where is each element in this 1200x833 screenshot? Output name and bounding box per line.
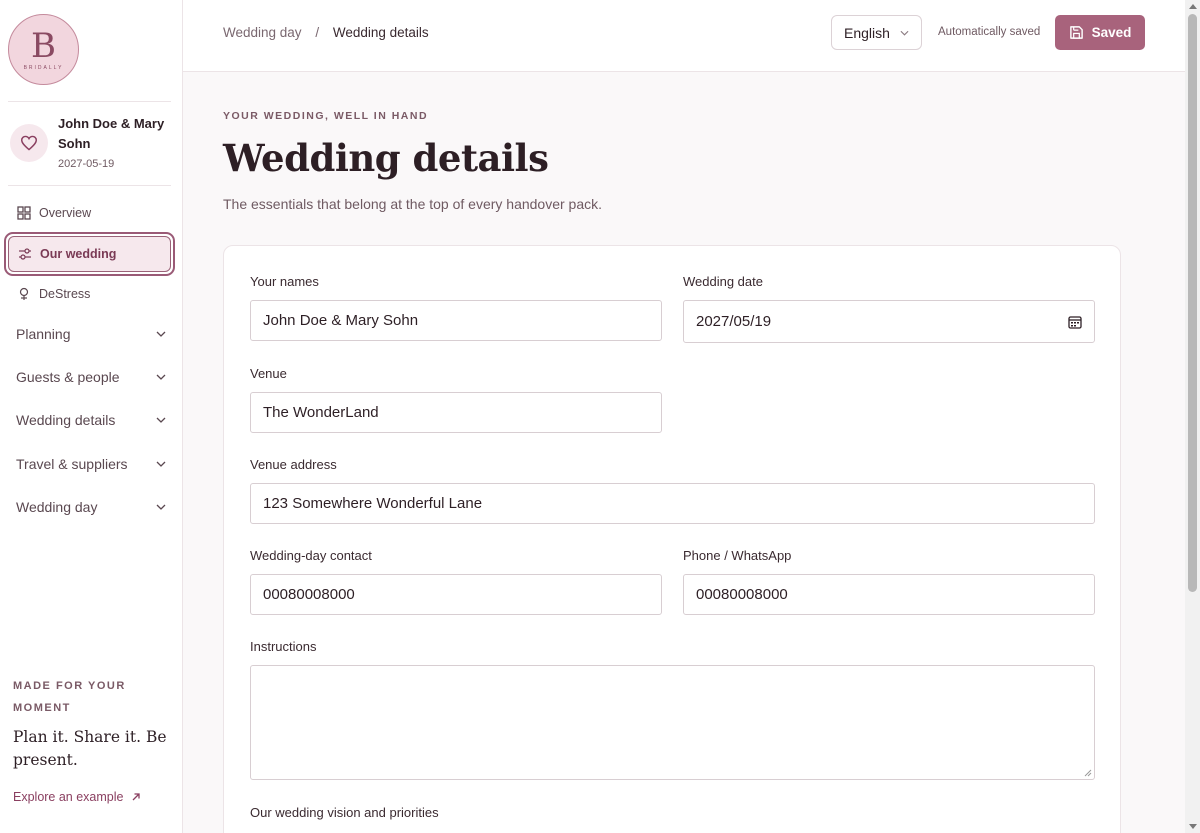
chevron-down-icon bbox=[156, 374, 166, 380]
address-label: Venue address bbox=[250, 457, 337, 472]
page-subtitle: The essentials that belong at the top of… bbox=[223, 196, 603, 212]
scrollbar-thumb[interactable] bbox=[1188, 14, 1197, 592]
scroll-up-arrow-icon[interactable] bbox=[1189, 4, 1197, 9]
date-label: Wedding date bbox=[683, 274, 763, 289]
explore-example-link[interactable]: Explore an example bbox=[13, 790, 141, 804]
breadcrumb-current: Wedding details bbox=[332, 25, 429, 40]
instructions-label: Instructions bbox=[250, 639, 317, 654]
details-form-card: Your names John Doe & Mary Sohn Wedding … bbox=[223, 245, 1121, 833]
nav-group-label: Planning bbox=[16, 326, 71, 342]
page-kicker: YOUR WEDDING, WELL IN HAND bbox=[223, 110, 429, 122]
language-select[interactable]: English bbox=[831, 15, 922, 50]
instructions-textarea[interactable] bbox=[250, 665, 1095, 780]
nav-group-travel[interactable]: Travel & suppliers bbox=[16, 456, 166, 472]
sliders-icon bbox=[19, 248, 31, 260]
logo-text: BRIDALLY bbox=[23, 64, 64, 71]
topbar: Wedding day / Wedding details English Au… bbox=[183, 0, 1185, 72]
breadcrumb-parent[interactable]: Wedding day bbox=[223, 25, 302, 40]
sidebar: B BRIDALLY John Doe & Mary Sohn 2027-05-… bbox=[0, 0, 183, 833]
names-label: Your names bbox=[250, 274, 319, 289]
calendar-icon[interactable] bbox=[1068, 315, 1082, 329]
vision-label: Our wedding vision and priorities bbox=[250, 805, 439, 820]
logo-letter: B bbox=[31, 25, 56, 66]
resize-handle-icon[interactable] bbox=[1084, 769, 1092, 777]
scroll-down-arrow-icon[interactable] bbox=[1189, 824, 1197, 829]
nav-group-wedding-details[interactable]: Wedding details bbox=[16, 412, 166, 428]
grid-icon bbox=[17, 206, 31, 220]
sidebar-kicker: MADE FOR YOUR MOMENT bbox=[13, 680, 126, 714]
nav-our-wedding[interactable]: Our wedding bbox=[4, 232, 175, 276]
divider bbox=[8, 185, 171, 186]
date-value: 2027/05/19 bbox=[696, 313, 772, 330]
names-value: John Doe & Mary Sohn bbox=[263, 312, 419, 329]
breadcrumb: Wedding day / Wedding details bbox=[223, 25, 429, 40]
nav-our-wedding-label: Our wedding bbox=[40, 247, 117, 261]
venue-label: Venue bbox=[250, 366, 287, 381]
page-scrollbar[interactable] bbox=[1185, 0, 1200, 833]
nav-group-label: Wedding details bbox=[16, 412, 116, 428]
autosave-status: Automatically saved bbox=[938, 26, 1041, 38]
language-value: English bbox=[844, 24, 890, 41]
main-content: YOUR WEDDING, WELL IN HAND Wedding detai… bbox=[183, 72, 1185, 833]
nav-group-planning[interactable]: Planning bbox=[16, 326, 166, 342]
date-input[interactable]: 2027/05/19 bbox=[683, 300, 1095, 343]
venue-value: The WonderLand bbox=[263, 404, 379, 421]
arrow-up-right-icon bbox=[133, 793, 141, 801]
chevron-down-icon bbox=[156, 461, 166, 467]
chevron-down-icon bbox=[156, 417, 166, 423]
chevron-down-icon bbox=[156, 331, 166, 337]
breadcrumb-separator: / bbox=[315, 25, 320, 40]
contact-input[interactable]: 00080008000 bbox=[250, 574, 662, 615]
nav-group-guests[interactable]: Guests & people bbox=[16, 369, 166, 385]
phone-input[interactable]: 00080008000 bbox=[683, 574, 1095, 615]
heart-icon bbox=[10, 124, 48, 162]
saved-button[interactable]: Saved bbox=[1055, 15, 1145, 50]
chevron-down-icon bbox=[156, 504, 166, 510]
contact-value: 00080008000 bbox=[263, 586, 355, 603]
saved-label: Saved bbox=[1091, 25, 1132, 40]
chevron-down-icon bbox=[900, 30, 909, 36]
nav-group-wedding-day[interactable]: Wedding day bbox=[16, 499, 166, 515]
venue-input[interactable]: The WonderLand bbox=[250, 392, 662, 433]
contact-label: Wedding-day contact bbox=[250, 548, 372, 563]
address-input[interactable]: 123 Somewhere Wonderful Lane bbox=[250, 483, 1095, 524]
brand-logo[interactable]: B BRIDALLY bbox=[8, 14, 79, 85]
wedding-date-text: 2027-05-19 bbox=[58, 158, 115, 170]
flower-icon bbox=[19, 287, 29, 300]
nav-group-label: Travel & suppliers bbox=[16, 456, 128, 472]
nav-destress-label: DeStress bbox=[39, 287, 91, 301]
explore-label: Explore an example bbox=[13, 790, 124, 804]
nav-group-label: Wedding day bbox=[16, 499, 98, 515]
nav-overview[interactable]: Overview bbox=[8, 195, 171, 231]
names-input[interactable]: John Doe & Mary Sohn bbox=[250, 300, 662, 341]
sidebar-tagline: Plan it. Share it. Be present. bbox=[13, 728, 167, 769]
phone-value: 00080008000 bbox=[696, 586, 788, 603]
nav-overview-label: Overview bbox=[39, 206, 92, 220]
page-title: Wedding details bbox=[223, 136, 549, 180]
couple-names: John Doe & Mary Sohn bbox=[58, 116, 165, 151]
floppy-disk-icon bbox=[1069, 26, 1083, 39]
nav-group-label: Guests & people bbox=[16, 369, 120, 385]
nav-destress[interactable]: DeStress bbox=[8, 276, 171, 312]
phone-label: Phone / WhatsApp bbox=[683, 548, 792, 563]
address-value: 123 Somewhere Wonderful Lane bbox=[263, 495, 483, 512]
divider bbox=[8, 101, 171, 102]
